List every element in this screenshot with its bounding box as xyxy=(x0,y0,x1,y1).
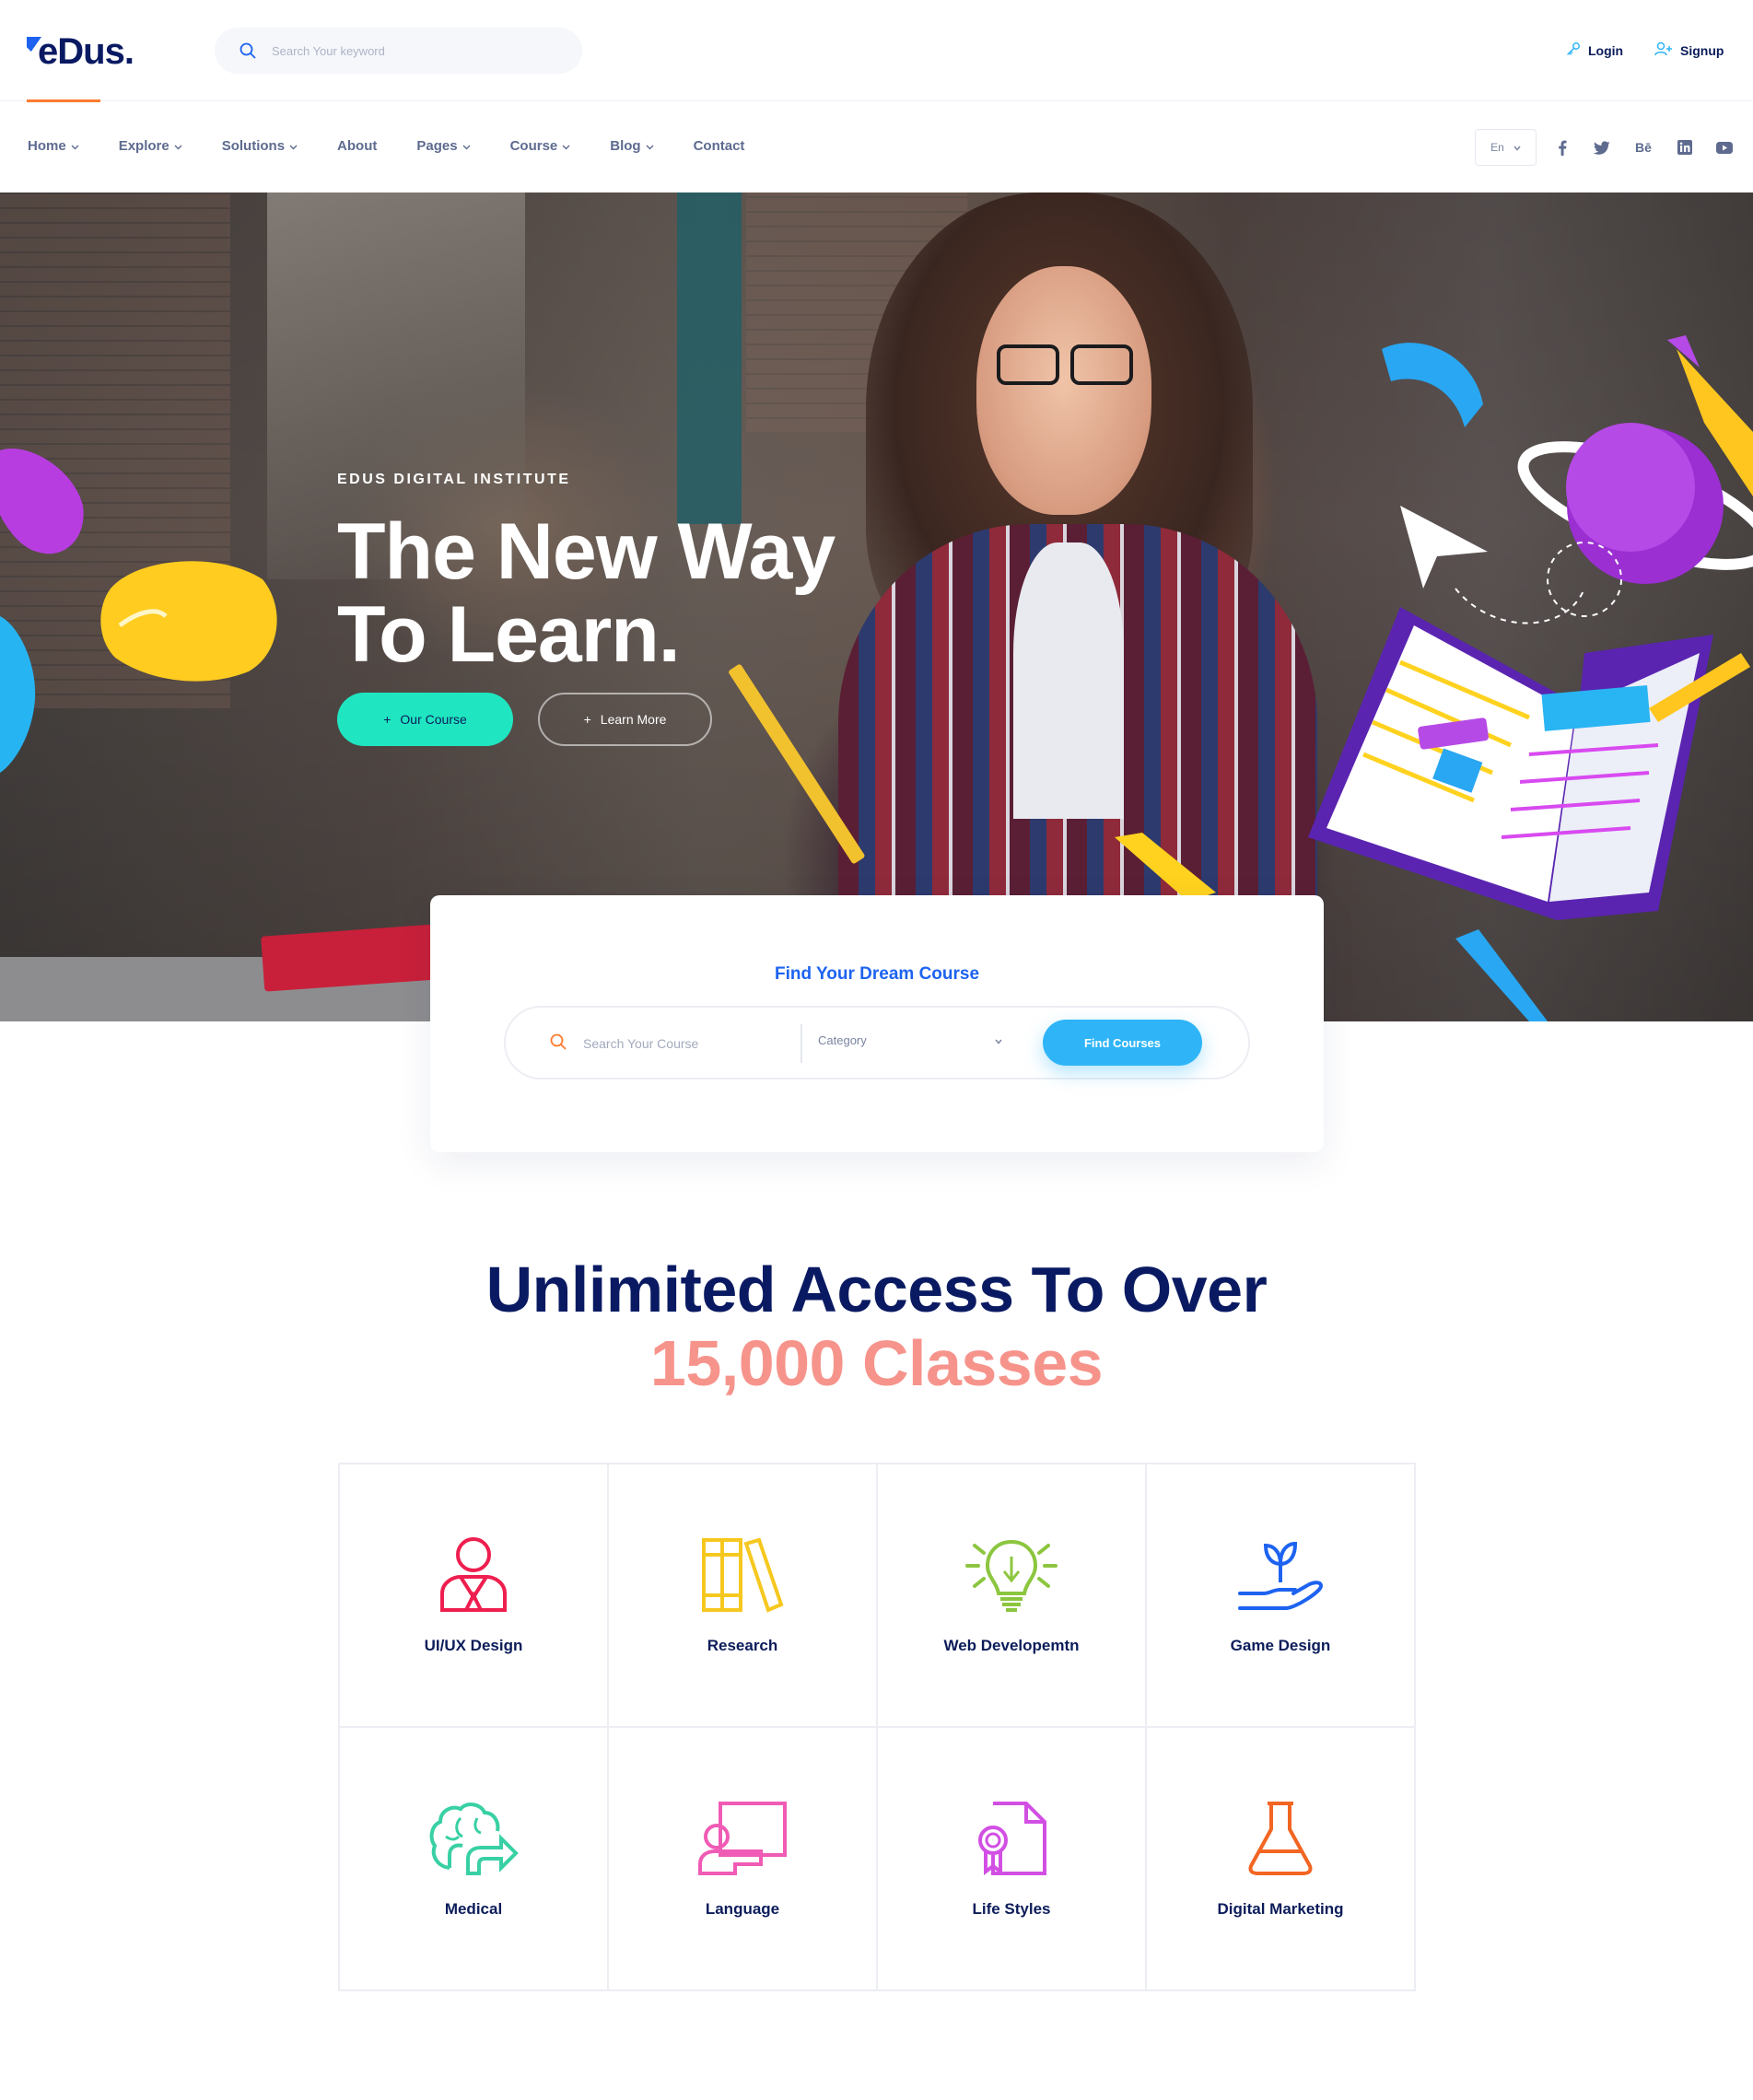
plus-icon: + xyxy=(383,712,392,727)
access-title: Unlimited Access To Over xyxy=(485,1254,1268,1325)
chevron-down-icon xyxy=(462,138,471,154)
chevron-down-icon xyxy=(646,138,654,154)
learn-more-label: Learn More xyxy=(600,712,667,727)
youtube-icon[interactable] xyxy=(1716,139,1733,156)
behance-icon[interactable]: Bē xyxy=(1633,139,1654,156)
social-links: Bē xyxy=(1554,139,1733,156)
brain-arrow-icon xyxy=(340,1800,607,1877)
search-icon xyxy=(550,1033,567,1055)
course-finder-title: Find Your Dream Course xyxy=(774,964,980,984)
top-bar: eDus. Login Signup xyxy=(0,0,1753,102)
nav-item-pages[interactable]: Pages xyxy=(416,138,471,154)
access-subtitle: 15,000 Classes xyxy=(649,1327,1104,1399)
category-card-digital-marketing[interactable]: Digital Marketing xyxy=(1147,1728,1416,1991)
category-select[interactable]: Category xyxy=(818,1033,1002,1047)
nav-item-label: Home xyxy=(28,138,66,154)
chevron-down-icon xyxy=(71,138,79,154)
category-label: UI/UX Design xyxy=(424,1637,523,1654)
our-course-button[interactable]: + Our Course xyxy=(337,693,513,746)
category-label: Research xyxy=(707,1637,778,1654)
course-finder-card: Find Your Dream Course Category Find Cou… xyxy=(430,895,1324,1152)
category-grid: UI/UX Design Research Web Developemtn Game … xyxy=(338,1463,1416,1991)
category-card-game-design[interactable]: Game Design xyxy=(1147,1464,1416,1728)
course-finder-bar: Category Find Courses xyxy=(504,1006,1250,1079)
nav-item-about[interactable]: About xyxy=(337,138,377,154)
course-search-input[interactable] xyxy=(583,1033,786,1054)
signup-link[interactable]: Signup xyxy=(1654,41,1724,59)
chevron-down-icon xyxy=(1513,141,1521,154)
nav-items: Home Explore Solutions About Pages Course Blog… xyxy=(28,138,784,154)
nav-item-course[interactable]: Course xyxy=(510,138,571,154)
header-search-input[interactable] xyxy=(272,41,548,61)
teacher-board-icon xyxy=(609,1800,876,1877)
nav-item-label: Pages xyxy=(416,138,458,154)
nav-item-label: Solutions xyxy=(221,138,286,154)
nav-item-label: Contact xyxy=(693,138,745,154)
hero-title-line-1: The New Way xyxy=(337,508,836,596)
category-card-ui-ux-design[interactable]: UI/UX Design xyxy=(340,1464,609,1728)
nav-item-solutions[interactable]: Solutions xyxy=(222,138,298,154)
category-label: Language xyxy=(705,1900,780,1918)
login-label: Login xyxy=(1588,42,1624,58)
signup-label: Signup xyxy=(1680,42,1724,58)
plus-icon: + xyxy=(583,712,591,727)
nav-item-contact[interactable]: Contact xyxy=(694,138,745,154)
nav-item-home[interactable]: Home xyxy=(28,138,79,154)
lightbulb-icon xyxy=(878,1536,1145,1614)
learn-more-button[interactable]: + Learn More xyxy=(538,693,712,746)
language-select[interactable]: En xyxy=(1475,129,1537,166)
books-icon xyxy=(609,1536,876,1614)
language-value: En xyxy=(1490,141,1504,154)
main-nav: Home Explore Solutions About Pages Course Blog… xyxy=(0,102,1753,192)
category-card-life-styles[interactable]: Life Styles xyxy=(878,1728,1147,1991)
nav-item-blog[interactable]: Blog xyxy=(610,138,654,154)
login-link[interactable]: Login xyxy=(1566,41,1623,59)
logo[interactable]: eDus. xyxy=(27,31,134,73)
designer-person-icon xyxy=(340,1536,607,1614)
chevron-down-icon xyxy=(995,1033,1002,1047)
hero-title: The New Way To Learn. xyxy=(337,510,927,676)
search-icon[interactable] xyxy=(240,42,256,64)
category-label: Game Design xyxy=(1230,1637,1331,1654)
nav-item-label: Explore xyxy=(118,138,169,154)
certificate-icon xyxy=(878,1800,1145,1877)
facebook-icon[interactable] xyxy=(1554,139,1571,156)
find-courses-button[interactable]: Find Courses xyxy=(1043,1020,1202,1066)
category-card-research[interactable]: Research xyxy=(609,1464,878,1728)
our-course-label: Our Course xyxy=(400,712,467,727)
chevron-down-icon xyxy=(289,138,298,154)
category-label: Digital Marketing xyxy=(1217,1900,1344,1918)
hero-eyebrow: EDUS DIGITAL INSTITUTE xyxy=(337,472,571,487)
nav-item-label: About xyxy=(337,138,378,154)
nav-item-label: Course xyxy=(509,138,558,154)
category-card-language[interactable]: Language xyxy=(609,1728,878,1991)
key-icon xyxy=(1566,41,1581,59)
access-heading: Unlimited Access To Over 15,000 Classes xyxy=(0,1253,1753,1400)
category-label: Category xyxy=(818,1033,867,1047)
category-card-web-developemtn[interactable]: Web Developemtn xyxy=(878,1464,1147,1728)
linkedin-icon[interactable] xyxy=(1677,139,1693,156)
add-user-icon xyxy=(1654,41,1673,59)
nav-item-label: Blog xyxy=(610,138,641,154)
header-search xyxy=(215,28,582,74)
flask-icon xyxy=(1147,1800,1414,1877)
hero-title-line-2: To Learn. xyxy=(337,590,681,679)
plant-hand-icon xyxy=(1147,1536,1414,1614)
divider xyxy=(801,1024,802,1063)
category-label: Medical xyxy=(444,1900,503,1918)
category-label: Life Styles xyxy=(972,1900,1051,1918)
chevron-down-icon xyxy=(562,138,570,154)
category-card-medical[interactable]: Medical xyxy=(340,1728,609,1991)
chevron-down-icon xyxy=(174,138,182,154)
nav-item-explore[interactable]: Explore xyxy=(119,138,182,154)
twitter-icon[interactable] xyxy=(1594,139,1610,156)
category-label: Web Developemtn xyxy=(943,1637,1080,1654)
